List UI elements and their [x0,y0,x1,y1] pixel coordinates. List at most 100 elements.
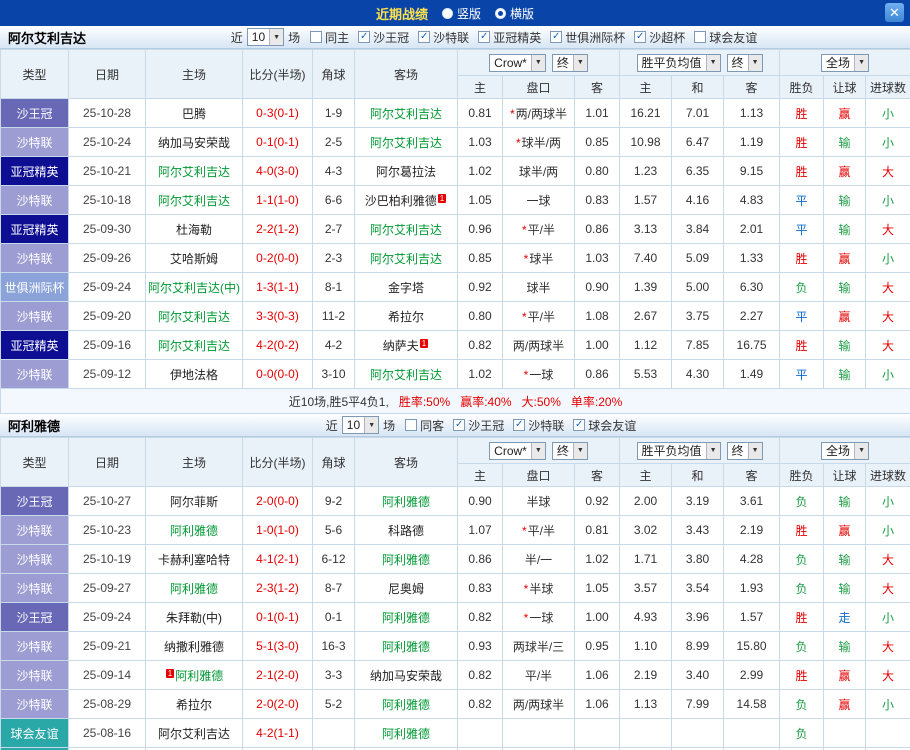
home-team[interactable]: 卡赫利塞哈特 [145,544,243,574]
col-avg-home: 主 [619,463,673,487]
avg-type-select[interactable]: 胜平负均值 ▼ [636,441,721,460]
away-team[interactable]: 阿利雅德 [354,544,458,574]
recent-count-select[interactable]: 10 ▼ [341,416,380,434]
home-team[interactable]: 阿尔菲斯 [145,486,243,516]
filter-球会友谊[interactable]: ✓ 球会友谊 [573,417,636,434]
avg-home: 1.39 [619,272,673,302]
away-team[interactable]: 阿尔艾利吉达 [354,127,458,157]
scope-select[interactable]: 全场 ▼ [821,441,870,460]
home-team[interactable]: 阿尔艾利吉达 [145,156,243,186]
col-odds-home: 主 [457,75,503,99]
filter-沙王冠[interactable]: ✓ 沙王冠 [358,29,409,46]
handicap-text: 平/半 [527,222,555,237]
odds-final-select[interactable]: 终 ▼ [551,53,588,72]
handicap: *平/半 [502,301,575,331]
away-team[interactable]: 阿利雅德 [354,631,458,661]
checkbox-checked[interactable]: ✓ [550,31,563,43]
avg-group-header: 胜平负均值 ▼ 终 ▼ [619,437,781,464]
checkbox-checked[interactable]: ✓ [418,31,431,43]
home-team[interactable]: 阿尔艾利吉达 [145,185,243,215]
home-team[interactable]: 纳加马安荣哉 [145,127,243,157]
avg-home: 16.21 [619,98,673,128]
home-team[interactable]: 纳撒利雅德 [145,631,243,661]
odds-source-select[interactable]: Crow* ▼ [489,441,546,460]
away-team[interactable]: 阿利雅德 [354,602,458,632]
home-team[interactable]: 阿尔艾利吉达 [145,330,243,360]
league-type: 亚冠精英 [0,330,69,360]
home-team[interactable]: 阿利雅德 [145,573,243,603]
checkbox-checked[interactable]: ✓ [453,419,466,431]
match-date: 25-09-24 [68,272,146,302]
checkbox-checked[interactable]: ✓ [634,31,647,43]
away-team[interactable]: 纳萨夫 1 [354,330,458,360]
checkbox-checked[interactable]: ✓ [573,419,586,431]
away-team[interactable]: 阿利雅德 [354,486,458,516]
filter-沙特联[interactable]: ✓ 沙特联 [418,29,469,46]
match-result: 胜 [779,330,825,360]
filter-沙王冠[interactable]: ✓ 沙王冠 [453,417,504,434]
checkbox-checked[interactable]: ✓ [478,31,491,43]
checkbox-checked[interactable]: ✓ [513,419,526,431]
away-team[interactable]: 阿尔艾利吉达 [354,359,458,389]
away-team[interactable]: 阿尔艾利吉达 [354,98,458,128]
avg-final-select[interactable]: 终 ▼ [726,441,763,460]
odds-home: 0.90 [457,486,503,516]
home-team[interactable]: 阿尔艾利吉达(中) [145,272,243,302]
recent-count-select[interactable]: 10 ▼ [246,28,285,46]
score: 5-1(3-0) [242,631,313,661]
home-team[interactable]: 杜海勒 [145,214,243,244]
away-team[interactable]: 阿尔艾利吉达 [354,214,458,244]
summary-segment: 胜率:50% [398,394,451,409]
home-team[interactable]: 伊地法格 [145,359,243,389]
radio-vertical-layout[interactable]: 竖版 [441,5,481,22]
checkbox-unchecked[interactable] [405,419,418,431]
away-team[interactable]: 科路德 [354,515,458,545]
chevron-down-icon: ▼ [705,442,720,459]
odds-home: 0.81 [457,98,503,128]
filter-球会友谊[interactable]: 球会友谊 [694,29,757,46]
handicap: 两/两球半 [502,330,575,360]
handicap-result: 输 [823,127,867,157]
avg-final-select[interactable]: 终 ▼ [726,53,763,72]
handicap-text: 两/两球半 [512,697,565,712]
away-team[interactable]: 纳加马安荣哉 [354,660,458,690]
home-team[interactable]: 朱拜勒(中) [145,602,243,632]
summary-segment: 近10场,胜5平4负1, [288,394,389,409]
avg-draw: 7.01 [671,98,725,128]
away-team[interactable]: 希拉尔 [354,301,458,331]
checkbox-unchecked[interactable] [310,31,323,43]
odds-home [457,718,503,748]
away-team[interactable]: 阿尔葛拉法 [354,156,458,186]
checkbox-unchecked[interactable] [694,31,707,43]
team-name-text: 金字塔 [387,280,424,295]
checkbox-checked[interactable]: ✓ [358,31,371,43]
home-team[interactable]: 艾哈斯姆 [145,243,243,273]
checkbox-label: 沙王冠 [468,418,505,433]
odds-source-select[interactable]: Crow* ▼ [489,53,546,72]
away-team[interactable]: 沙巴柏利雅德 1 [354,185,458,215]
odds-away: 0.92 [573,486,621,516]
home-team[interactable]: 阿尔艾利吉达 [145,718,243,748]
radio-horizontal-layout[interactable]: 横版 [495,5,534,22]
filter-同主[interactable]: 同主 [310,29,349,46]
close-icon[interactable]: ✕ [885,3,904,22]
home-team[interactable]: 1 阿利雅德 [145,660,243,690]
home-team[interactable]: 阿利雅德 [145,515,243,545]
away-team[interactable]: 尼奥姆 [354,573,458,603]
odds-final-select[interactable]: 终 ▼ [551,441,588,460]
filter-同客[interactable]: 同客 [405,417,444,434]
away-team[interactable]: 金字塔 [354,272,458,302]
away-team[interactable]: 阿利雅德 [354,718,458,748]
home-team[interactable]: 希拉尔 [145,689,243,719]
scope-select[interactable]: 全场 ▼ [821,53,870,72]
home-team[interactable]: 巴腾 [145,98,243,128]
avg-type-select[interactable]: 胜平负均值 ▼ [636,53,721,72]
away-team[interactable]: 阿利雅德 [354,689,458,719]
filter-亚冠精英[interactable]: ✓ 亚冠精英 [478,29,541,46]
filter-沙特联[interactable]: ✓ 沙特联 [513,417,564,434]
filter-沙超杯[interactable]: ✓ 沙超杯 [634,29,685,46]
col-date: 日期 [68,49,146,99]
away-team[interactable]: 阿尔艾利吉达 [354,243,458,273]
filter-世俱洲际杯[interactable]: ✓ 世俱洲际杯 [550,29,625,46]
home-team[interactable]: 阿尔艾利吉达 [145,301,243,331]
